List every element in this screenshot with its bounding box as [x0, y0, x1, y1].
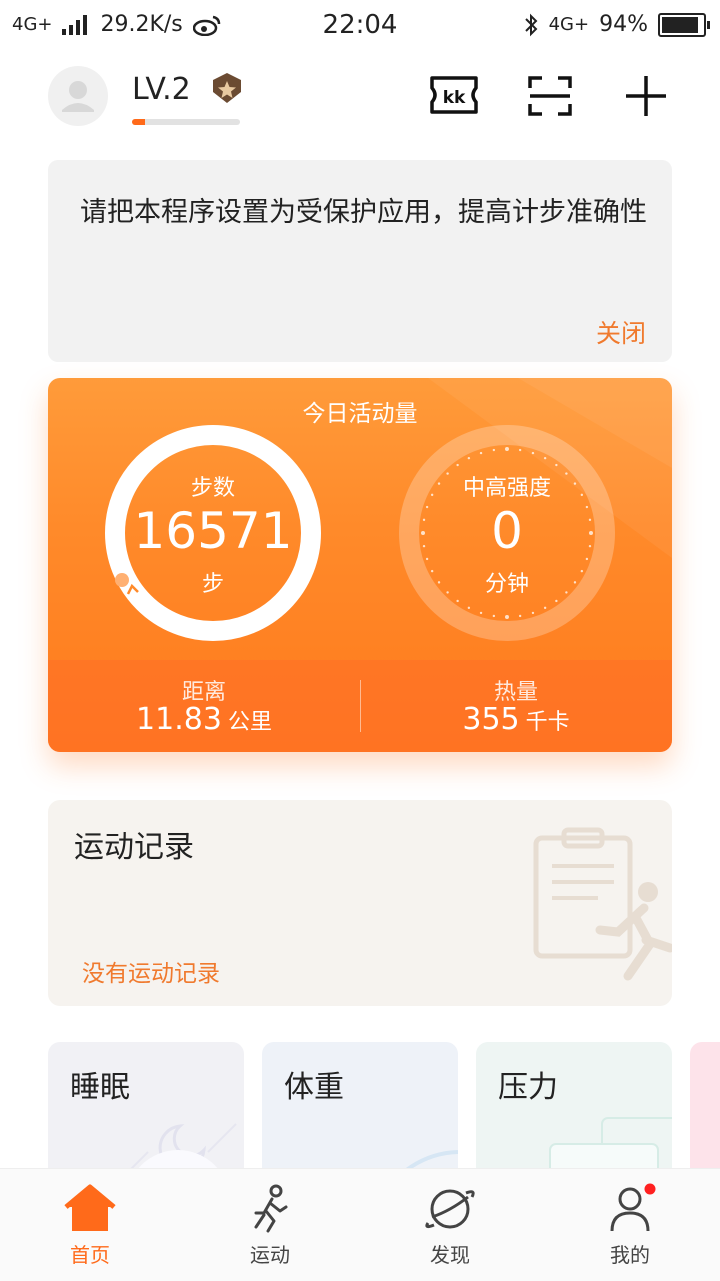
kk-ticket-icon[interactable]: kk [428, 74, 480, 120]
clipboard-runner-icon [533, 827, 672, 981]
user-level[interactable]: LV.2 [132, 72, 191, 107]
svg-text:kk: kk [443, 88, 466, 108]
status-right: 4G+ 94% [523, 12, 710, 37]
running-icon [254, 1184, 288, 1233]
intensity-unit: 分钟 [484, 572, 529, 597]
intensity-tick [467, 456, 471, 460]
avatar[interactable] [48, 66, 108, 126]
nav-home[interactable]: 首页 [0, 1169, 180, 1281]
intensity-tick [456, 463, 459, 467]
notice-text: 请把本程序设置为受保护应用，提高计步准确性 [80, 197, 647, 228]
calories-value: 355 [462, 702, 520, 737]
nav-discover[interactable]: 发现 [360, 1169, 540, 1281]
intensity-tick [518, 614, 522, 618]
intensity-tick [505, 447, 509, 451]
steps-ring[interactable]: 步数 16571 步 [102, 422, 324, 644]
steps-unit: 步 [201, 572, 224, 597]
level-badge-icon [210, 72, 244, 108]
battery-percent: 94% [599, 12, 648, 37]
user-icon [610, 1183, 656, 1232]
steps-label: 步数 [190, 476, 235, 501]
intensity-tick [531, 611, 535, 615]
intensity-tick [531, 451, 535, 455]
planet-icon [425, 1189, 475, 1229]
status-bar: 4G+ 29.2K/s 22:04 4G+ 94% [0, 0, 720, 50]
nav-home-label: 首页 [70, 1243, 110, 1267]
plus-icon[interactable] [624, 74, 668, 122]
distance-value: 11.83 [136, 702, 222, 737]
intensity-tick [492, 614, 496, 618]
intensity-label: 中高强度 [462, 476, 551, 501]
intensity-tick [518, 448, 522, 452]
calories-stat: 355 千卡 [360, 702, 672, 737]
nav-me[interactable]: 我的 [540, 1169, 720, 1281]
intensity-tick [555, 463, 558, 467]
intensity-tick [479, 611, 483, 615]
distance-unit: 公里 [227, 710, 272, 735]
scan-icon[interactable] [526, 74, 574, 122]
intensity-ring[interactable]: 中高强度 0 分钟 [396, 422, 618, 644]
intensity-tick [543, 456, 547, 460]
bluetooth-icon [524, 13, 538, 36]
intensity-tick [467, 606, 471, 610]
level-progress-bar [132, 119, 240, 125]
intensity-tick [479, 451, 483, 455]
today-activity-card[interactable]: 今日活动量 步数 16571 步 中高强度 0 分钟 距离 11.83 公里 热量… [48, 378, 672, 752]
nav-exercise-label: 运动 [250, 1243, 290, 1267]
protection-notice: 请把本程序设置为受保护应用，提高计步准确性 关闭 [48, 160, 672, 362]
steps-value: 16571 [133, 502, 293, 560]
intensity-value: 0 [491, 502, 523, 560]
distance-stat: 11.83 公里 [48, 702, 360, 737]
calories-unit: 千卡 [525, 710, 570, 735]
home-icon [64, 1184, 116, 1231]
intensity-tick [543, 606, 547, 610]
nav-exercise[interactable]: 运动 [180, 1169, 360, 1281]
intensity-tick [456, 599, 459, 603]
nav-me-label: 我的 [610, 1243, 650, 1267]
record-empty-text: 没有运动记录 [82, 961, 220, 987]
activity-stats: 距离 11.83 公里 热量 355 千卡 [48, 660, 672, 752]
network-type-right: 4G+ [548, 14, 590, 35]
record-title: 运动记录 [74, 830, 194, 865]
intensity-tick [555, 599, 558, 603]
bottom-nav: 首页 运动 发现 我的 [0, 1168, 720, 1281]
battery-icon [658, 12, 710, 37]
exercise-record-card[interactable]: 运动记录 没有运动记录 [48, 800, 672, 1006]
user-placeholder-icon [62, 81, 94, 112]
notice-close-button[interactable]: 关闭 [596, 314, 646, 350]
intensity-tick [492, 448, 496, 452]
nav-discover-label: 发现 [430, 1243, 470, 1267]
intensity-tick [505, 615, 509, 619]
